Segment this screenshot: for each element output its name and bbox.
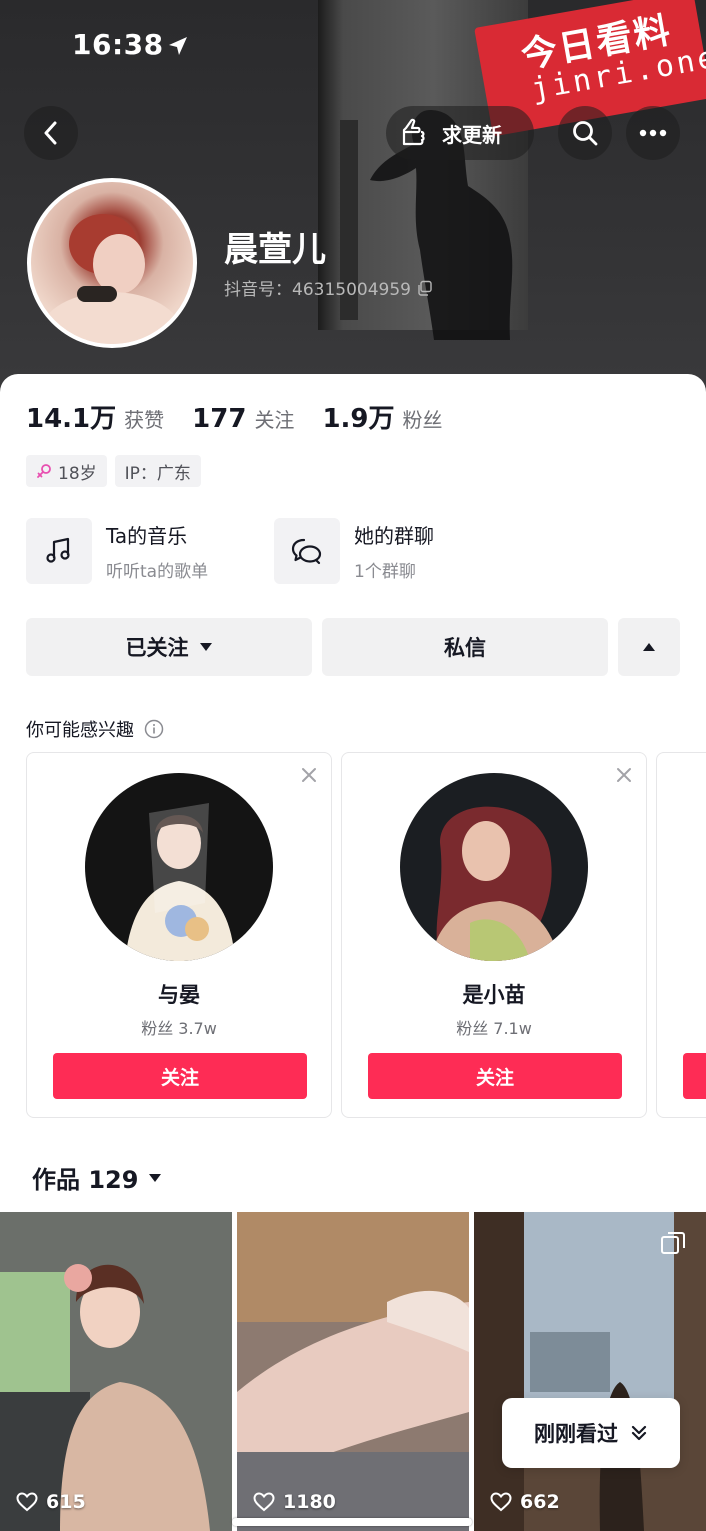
- search-icon: [573, 121, 598, 146]
- music-note-icon: [46, 537, 70, 563]
- likes-count-value: 662: [520, 1491, 560, 1513]
- stat-following-label: 关注: [254, 408, 295, 432]
- search-button[interactable]: [558, 106, 612, 160]
- likes-count-value: 1180: [283, 1491, 336, 1513]
- caret-down-icon: [149, 1173, 162, 1182]
- profile-name: 晨萱儿: [224, 230, 326, 270]
- video-thumbnail-image: [474, 1212, 706, 1531]
- suggestion-card[interactable]: 是小苗 粉丝 7.1w 关注: [341, 752, 647, 1118]
- works-tab-header[interactable]: 作品 129: [32, 1160, 162, 1195]
- stat-following[interactable]: 177 关注: [192, 404, 294, 434]
- suggestion-card[interactable]: 与晏 粉丝 3.7w 关注: [26, 752, 332, 1118]
- works-count-label: 作品 129: [32, 1166, 139, 1194]
- suggestion-fans: 粉丝 3.7w: [141, 1019, 217, 1038]
- video-thumbnail[interactable]: 662: [474, 1212, 706, 1531]
- status-bar-time: 16:38: [72, 28, 164, 61]
- suggestion-card-partial[interactable]: [656, 752, 706, 1118]
- heart-icon: [16, 1492, 38, 1512]
- age-tag: 18岁: [26, 455, 107, 487]
- location-arrow-icon: [169, 37, 187, 55]
- close-icon[interactable]: [614, 765, 634, 785]
- copy-icon[interactable]: [417, 280, 433, 296]
- heart-icon: [490, 1492, 512, 1512]
- video-thumbnail-image: [237, 1212, 469, 1531]
- group-chat-entry-title: 她的群聊: [354, 524, 434, 548]
- profile-tags: 18岁 IP：广东: [26, 455, 201, 487]
- stat-likes-label: 获赞: [124, 408, 165, 432]
- video-thumbnail[interactable]: 615: [0, 1212, 232, 1531]
- follow-button[interactable]: 关注: [53, 1053, 307, 1099]
- profile-stats: 14.1万 获赞 177 关注 1.9万 粉丝: [26, 398, 471, 435]
- stat-following-value: 177: [192, 404, 247, 434]
- stat-fans-value: 1.9万: [322, 404, 395, 434]
- recently-viewed-label: 刚刚看过: [534, 1422, 618, 1446]
- age-tag-label: 18岁: [58, 463, 97, 484]
- follow-button[interactable]: 关注: [368, 1053, 622, 1099]
- chat-bubbles-icon: [291, 538, 322, 565]
- likes-count-value: 615: [46, 1491, 86, 1513]
- stat-fans[interactable]: 1.9万 粉丝: [322, 398, 442, 435]
- caret-down-icon: [199, 643, 212, 651]
- stat-fans-label: 粉丝: [402, 408, 443, 432]
- followed-button[interactable]: 已关注: [26, 618, 312, 676]
- douyin-id-row[interactable]: 抖音号：46315004959: [224, 275, 433, 300]
- suggestions-title: 你可能感兴趣: [26, 720, 134, 741]
- request-update-button[interactable]: 求更新: [386, 106, 534, 160]
- music-entry[interactable]: Ta的音乐 听听ta的歌单: [26, 518, 208, 584]
- collapse-suggestions-button[interactable]: [618, 618, 680, 676]
- group-chat-entry-subtitle: 1个群聊: [354, 562, 416, 582]
- info-icon[interactable]: [144, 719, 164, 739]
- suggestion-avatar-photo: [400, 773, 588, 961]
- heart-icon: [253, 1492, 275, 1512]
- recently-viewed-button[interactable]: 刚刚看过: [502, 1398, 680, 1468]
- double-chevron-down-icon: [631, 1425, 647, 1441]
- music-entry-title: Ta的音乐: [106, 524, 188, 548]
- video-thumbnail[interactable]: 1180: [237, 1212, 469, 1531]
- follow-button-partial[interactable]: [683, 1053, 706, 1099]
- suggestion-name: 与晏: [158, 983, 200, 1007]
- home-indicator[interactable]: [232, 1518, 472, 1526]
- ip-tag: IP：广东: [114, 455, 201, 487]
- avatar-photo: [41, 214, 181, 344]
- request-update-label: 求更新: [442, 122, 502, 147]
- more-options-button[interactable]: [626, 106, 680, 160]
- music-entry-subtitle: 听听ta的歌单: [106, 562, 209, 582]
- stat-likes-value: 14.1万: [26, 404, 117, 434]
- group-chat-entry[interactable]: 她的群聊 1个群聊: [274, 518, 434, 584]
- suggestion-fans: 粉丝 7.1w: [456, 1019, 532, 1038]
- suggestion-avatar[interactable]: [85, 773, 273, 961]
- female-icon: [37, 464, 51, 478]
- suggestion-name: 是小苗: [462, 983, 526, 1007]
- music-icon-box: [26, 518, 92, 584]
- caret-up-icon: [643, 643, 655, 651]
- suggestions-title-row: 你可能感兴趣: [26, 716, 164, 742]
- pointing-hand-icon: [402, 118, 425, 146]
- profile-avatar[interactable]: [27, 178, 197, 348]
- video-thumbnail-image: [0, 1212, 232, 1531]
- more-dots-icon: [639, 129, 667, 137]
- likes-count: 1180: [253, 1491, 336, 1513]
- close-icon[interactable]: [299, 765, 319, 785]
- followed-button-label: 已关注: [125, 636, 189, 660]
- message-button[interactable]: 私信: [322, 618, 608, 676]
- stat-likes[interactable]: 14.1万 获赞: [26, 398, 164, 435]
- ip-tag-label: IP：广东: [124, 463, 191, 484]
- message-button-label: 私信: [444, 636, 486, 660]
- likes-count: 662: [490, 1491, 560, 1513]
- suggestion-avatar[interactable]: [400, 773, 588, 961]
- chevron-left-icon: [44, 121, 57, 145]
- douyin-id-text: 抖音号：46315004959: [224, 280, 411, 300]
- suggestion-avatar-photo: [85, 773, 273, 961]
- likes-count: 615: [16, 1491, 86, 1513]
- multi-image-icon: [661, 1232, 685, 1254]
- back-button[interactable]: [24, 106, 78, 160]
- group-chat-icon-box: [274, 518, 340, 584]
